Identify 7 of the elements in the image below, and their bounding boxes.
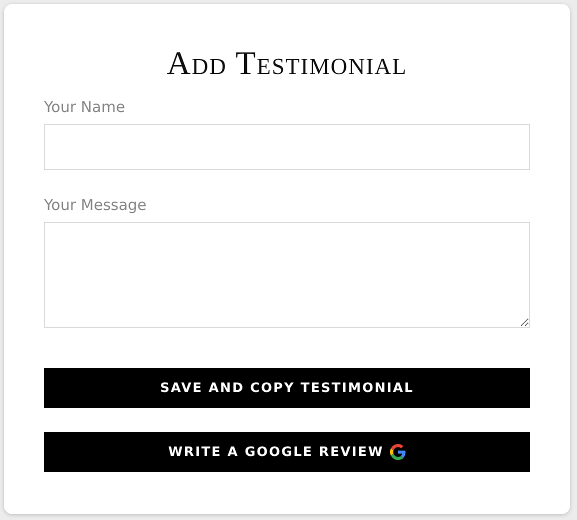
message-field[interactable] (44, 222, 530, 328)
field-label: Your Name (44, 98, 126, 116)
google-review-button[interactable]: WRITE A GOOGLE REVIEW (44, 432, 530, 472)
save-button[interactable]: SAVE AND COPY TESTIMONIAL (44, 368, 530, 408)
name-field[interactable] (44, 124, 530, 170)
form-title: Add Testimonial (166, 45, 408, 84)
field-label: Your Message (44, 196, 147, 214)
